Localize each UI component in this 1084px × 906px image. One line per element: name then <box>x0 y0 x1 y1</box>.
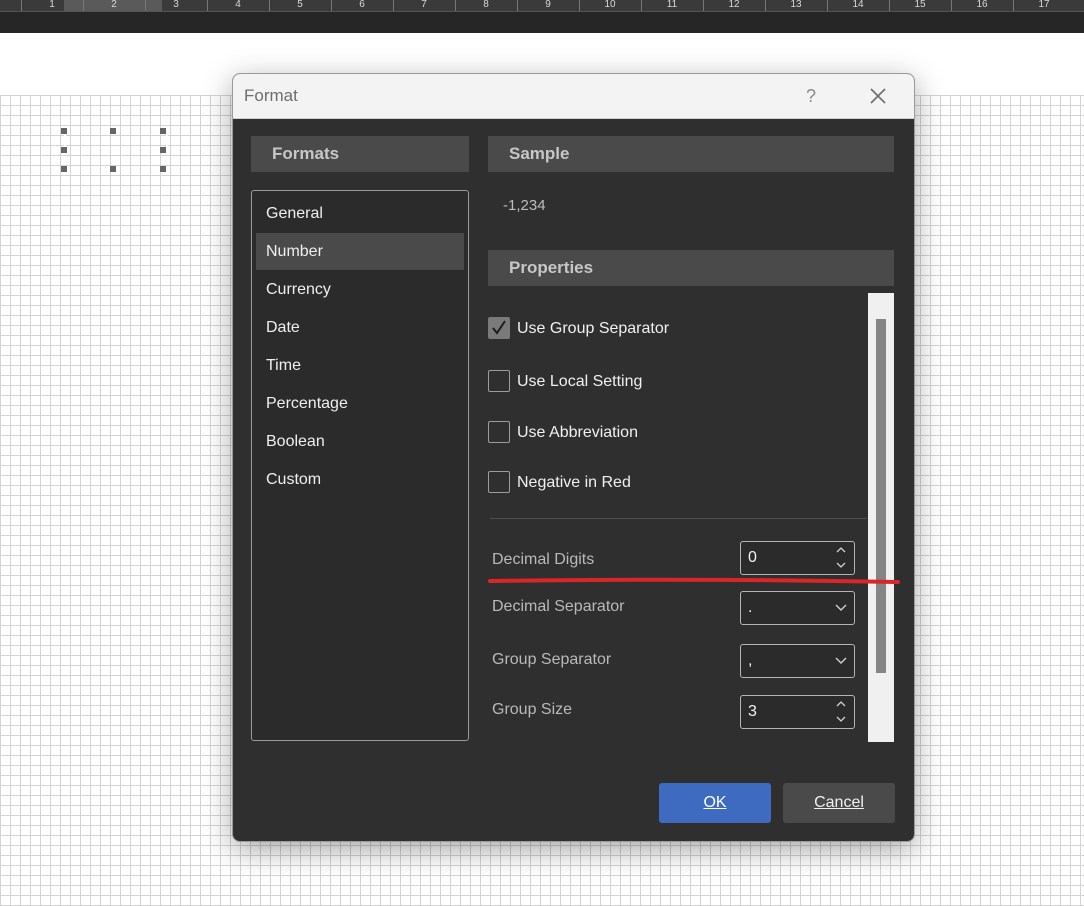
group-separator-label: Group Separator <box>492 651 612 668</box>
ruler-tick-line <box>1013 0 1014 11</box>
ruler-tick-line <box>83 0 84 11</box>
properties-header: Properties <box>488 250 894 286</box>
ruler-tick-line <box>951 0 952 11</box>
chevron-down-icon[interactable] <box>834 713 848 725</box>
resize-handle[interactable] <box>61 147 67 153</box>
decimal-digits-label: Decimal Digits <box>492 551 595 568</box>
use-group-separator-checkbox[interactable] <box>488 317 510 339</box>
ruler-tick-line <box>145 0 146 11</box>
dialog-titlebar[interactable]: Format ? <box>233 74 914 119</box>
ruler-tick-line <box>393 0 394 11</box>
decimal-separator-value: . <box>748 599 753 616</box>
use-group-separator-label[interactable]: Use Group Separator <box>517 320 669 338</box>
formats-header: Formats <box>251 136 469 172</box>
chevron-down-icon <box>835 657 847 664</box>
ruler-tick-line <box>579 0 580 11</box>
decimal-separator-select[interactable]: . <box>740 591 855 625</box>
ruler-tick-label: 15 <box>914 0 926 10</box>
ruler: 1 2 3 4 5 6 7 8 9 10 11 12 13 14 15 16 17 <box>0 0 1084 12</box>
ruler-tick-label: 13 <box>790 0 802 10</box>
ruler-tick-label: 4 <box>235 0 241 10</box>
chevron-up-icon[interactable] <box>834 698 848 710</box>
selected-element[interactable] <box>64 131 168 173</box>
ruler-tick-label: 7 <box>421 0 427 10</box>
ruler-tick-label: 14 <box>852 0 864 10</box>
use-abbreviation-checkbox[interactable] <box>488 421 510 443</box>
ruler-tick-label: 16 <box>976 0 988 10</box>
ruler-tick-line <box>517 0 518 11</box>
ruler-tick-label: 3 <box>173 0 179 10</box>
group-size-value: 3 <box>748 703 757 720</box>
format-dialog: Format ? Formats Sample Properties Gener… <box>232 73 915 842</box>
use-abbreviation-label[interactable]: Use Abbreviation <box>517 424 638 442</box>
check-icon <box>492 320 506 335</box>
red-underline-annotation <box>488 577 900 584</box>
sample-value: -1,234 <box>503 197 546 214</box>
formats-list[interactable]: General Number Currency Date Time Percen… <box>251 190 469 741</box>
ruler-tick-line <box>455 0 456 11</box>
cancel-button[interactable]: Cancel <box>783 783 895 823</box>
format-item-general[interactable]: General <box>256 195 464 232</box>
ruler-tick-line <box>641 0 642 11</box>
group-size-stepper[interactable]: 3 <box>740 695 855 729</box>
format-item-percentage[interactable]: Percentage <box>256 385 464 422</box>
ruler-tick-label: 12 <box>728 0 740 10</box>
scrollbar-thumb[interactable] <box>876 319 886 673</box>
decimal-digits-value: 0 <box>748 549 757 566</box>
ok-button[interactable]: OK <box>659 783 771 823</box>
ruler-tick-line <box>21 0 22 11</box>
properties-divider <box>490 518 867 519</box>
ruler-tick-line <box>703 0 704 11</box>
format-item-number[interactable]: Number <box>256 233 464 270</box>
resize-handle[interactable] <box>110 128 116 134</box>
resize-handle[interactable] <box>61 128 67 134</box>
resize-handle[interactable] <box>61 166 67 172</box>
ruler-tick-line <box>331 0 332 11</box>
ruler-tick-label: 6 <box>359 0 365 10</box>
negative-in-red-label[interactable]: Negative in Red <box>517 474 631 492</box>
decimal-digits-stepper[interactable]: 0 <box>740 541 855 575</box>
close-button[interactable] <box>863 82 893 110</box>
ruler-tick-label: 8 <box>483 0 489 10</box>
ruler-tick-line <box>765 0 766 11</box>
format-item-custom[interactable]: Custom <box>256 461 464 498</box>
ruler-tick-line <box>207 0 208 11</box>
format-item-time[interactable]: Time <box>256 347 464 384</box>
group-separator-select[interactable]: , <box>740 644 855 678</box>
ruler-tick-label: 1 <box>49 0 55 10</box>
resize-handle[interactable] <box>160 147 166 153</box>
help-button[interactable]: ? <box>799 84 823 108</box>
format-item-boolean[interactable]: Boolean <box>256 423 464 460</box>
chevron-up-icon[interactable] <box>834 544 848 556</box>
resize-handle[interactable] <box>110 166 116 172</box>
chevron-down-icon[interactable] <box>834 559 848 571</box>
format-item-currency[interactable]: Currency <box>256 271 464 308</box>
ruler-tick-label: 9 <box>545 0 551 10</box>
group-size-label: Group Size <box>492 701 573 718</box>
format-item-date[interactable]: Date <box>256 309 464 346</box>
ruler-tick-line <box>269 0 270 11</box>
resize-handle[interactable] <box>160 166 166 172</box>
use-local-setting-checkbox[interactable] <box>488 370 510 392</box>
close-icon <box>870 88 886 104</box>
ruler-tick-label: 5 <box>297 0 303 10</box>
ruler-tick-label: 2 <box>111 0 117 10</box>
use-local-setting-label[interactable]: Use Local Setting <box>517 373 642 391</box>
toolbar-strip <box>0 12 1084 33</box>
ruler-tick-label: 11 <box>666 0 678 10</box>
ruler-tick-line <box>827 0 828 11</box>
ruler-tick-line <box>889 0 890 11</box>
chevron-down-icon <box>835 604 847 611</box>
ruler-tick-label: 17 <box>1038 0 1050 10</box>
negative-in-red-checkbox[interactable] <box>488 471 510 493</box>
group-separator-value: , <box>748 652 753 669</box>
resize-handle[interactable] <box>160 128 166 134</box>
dialog-title: Format <box>244 86 298 105</box>
ruler-tick-label: 10 <box>604 0 616 10</box>
decimal-separator-label: Decimal Separator <box>492 598 625 615</box>
sample-header: Sample <box>488 136 894 172</box>
